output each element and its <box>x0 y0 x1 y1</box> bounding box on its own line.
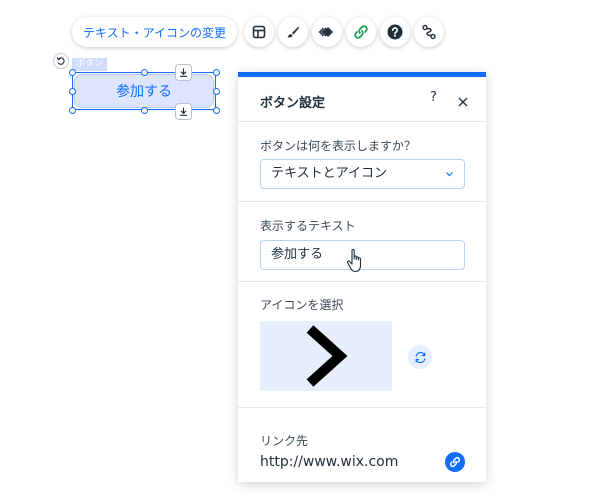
design-button[interactable] <box>278 17 308 47</box>
icon-section: アイコンを選択 <box>238 282 486 408</box>
display-type-value: テキストとアイコン <box>271 166 387 181</box>
chevron-right-icon <box>306 325 348 387</box>
resize-handle-top[interactable] <box>141 69 148 76</box>
link-label: リンク先 <box>260 434 309 448</box>
change-icon-button[interactable] <box>408 345 432 369</box>
edit-link-button[interactable] <box>445 452 465 472</box>
link-value: http://www.wix.com <box>260 454 399 470</box>
display-type-label: ボタンは何を表示しますか？ <box>260 139 417 153</box>
panel-header: ボタン設定 ? <box>238 77 486 122</box>
resize-handle-bottom[interactable] <box>141 107 148 114</box>
display-type-dropdown[interactable]: テキストとアイコン <box>260 159 465 189</box>
resize-handle-right[interactable] <box>213 88 220 95</box>
connect-icon <box>422 24 436 40</box>
hand-cursor-icon <box>346 248 362 273</box>
animation-icon <box>318 27 333 37</box>
button-settings-panel: ボタン設定 ? ボタンは何を表示しますか？ テキストとアイコン 表示するテキスト… <box>238 72 486 482</box>
refresh-icon <box>415 351 425 363</box>
help-icon <box>387 24 403 40</box>
close-icon <box>458 97 468 107</box>
stretch-top-button[interactable] <box>176 65 191 80</box>
resize-handle-left[interactable] <box>69 88 76 95</box>
chevron-down-icon <box>446 172 453 177</box>
layout-button[interactable] <box>244 17 274 47</box>
link-section: リンク先 http://www.wix.com <box>238 408 486 482</box>
layout-icon <box>252 25 266 39</box>
icon-preview-box[interactable] <box>260 321 392 391</box>
icon-section-label: アイコンを選択 <box>260 298 344 312</box>
button-text-label: 表示するテキスト <box>260 219 356 233</box>
panel-help-button[interactable]: ? <box>430 90 437 105</box>
panel-close-button[interactable] <box>458 92 468 111</box>
change-text-icon-button[interactable]: テキスト・アイコンの変更 <box>72 17 237 47</box>
button-text-value: 参加する <box>271 247 324 262</box>
stretch-down-icon <box>180 68 187 77</box>
panel-title: ボタン設定 <box>260 96 326 111</box>
resize-handle-bottom-left[interactable] <box>69 107 76 114</box>
stretch-bottom-button[interactable] <box>176 104 191 119</box>
rotate-icon <box>56 57 65 65</box>
resize-handle-top-left[interactable] <box>69 69 76 76</box>
element-name-tag: ボタン <box>72 58 108 71</box>
selection-frame <box>72 72 216 110</box>
link-icon <box>354 25 368 39</box>
animation-button[interactable] <box>312 17 342 47</box>
connect-data-button[interactable] <box>414 17 444 47</box>
help-button[interactable] <box>380 17 410 47</box>
display-type-section: ボタンは何を表示しますか？ テキストとアイコン <box>238 122 486 202</box>
rotate-handle[interactable] <box>53 53 69 69</box>
resize-handle-top-right[interactable] <box>213 69 220 76</box>
stretch-down-icon <box>180 107 187 116</box>
resize-handle-bottom-right[interactable] <box>213 107 220 114</box>
link-icon <box>449 456 461 468</box>
design-brush-icon <box>287 26 299 38</box>
link-button[interactable] <box>346 17 376 47</box>
